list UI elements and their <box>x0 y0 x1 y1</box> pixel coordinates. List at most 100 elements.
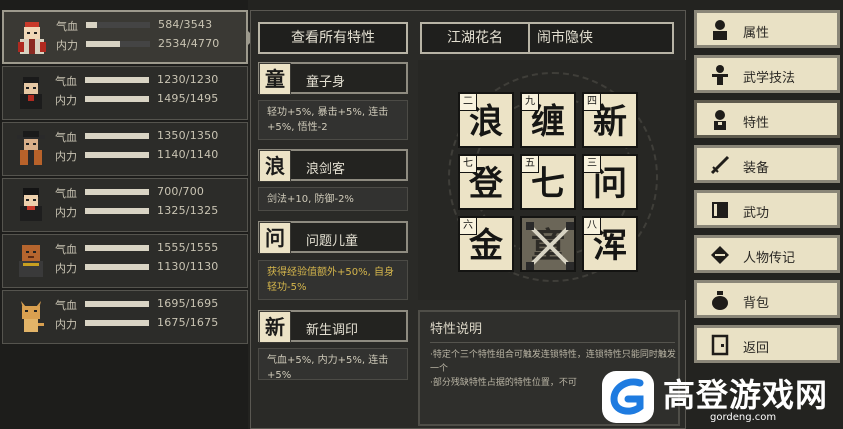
hp-bar-fill <box>85 77 149 83</box>
site-logo-icon <box>602 371 654 423</box>
hp-row: 气血 1230/1230 <box>55 73 245 88</box>
return-icon <box>711 334 729 356</box>
grid-slot-6[interactable]: 三问 <box>582 154 638 210</box>
hp-value: 1695/1695 <box>157 297 219 310</box>
crossed-swords-icon <box>526 222 574 270</box>
menu-equipment[interactable]: 装备 <box>694 145 840 183</box>
menu-label: 属性 <box>743 26 770 41</box>
mp-bar <box>85 264 149 270</box>
bag-icon <box>712 291 728 310</box>
slot-number: 二 <box>460 94 477 111</box>
trait-icon: 浪 <box>259 150 291 182</box>
menu-label: 武功 <box>743 206 770 221</box>
grid-slot-8[interactable]: 童 <box>520 216 576 272</box>
trait-icon: 童 <box>259 63 291 95</box>
party-list: 气血 584/3543 内力 2534/4770 气血 1230/1230 内力… <box>0 0 255 429</box>
trait-description: 获得经验值额外+50%, 自身轻功-5% <box>258 260 408 300</box>
character-avatar <box>18 22 46 54</box>
mp-bar-fill <box>85 264 149 270</box>
party-member-6[interactable]: 气血 1695/1695 内力 1675/1675 <box>2 290 248 344</box>
nickname-box: 江湖花名 闹市隐侠 <box>420 22 674 54</box>
hp-bar <box>85 301 149 307</box>
menu-label: 人物传记 <box>743 251 796 266</box>
grid-slot-1[interactable]: 二浪 <box>458 92 514 148</box>
hp-bar <box>86 22 150 28</box>
mp-row: 内力 1130/1130 <box>55 260 245 275</box>
mp-row: 内力 1325/1325 <box>55 204 245 219</box>
slot-number: 六 <box>460 218 477 235</box>
trait-icon: 问 <box>259 222 291 254</box>
trait-item-1[interactable]: 童 童子身 <box>258 62 408 95</box>
mp-bar <box>85 208 149 214</box>
party-member-5[interactable]: 气血 1555/1555 内力 1130/1130 <box>2 234 248 288</box>
mp-label: 内力 <box>55 262 77 275</box>
mp-value: 1495/1495 <box>157 92 219 105</box>
hp-bar-fill <box>86 22 97 28</box>
slot-number: 七 <box>460 156 477 173</box>
menu-label: 特性 <box>743 116 770 131</box>
menu-attributes[interactable]: 属性 <box>694 10 840 48</box>
mp-label: 内力 <box>55 150 77 163</box>
slot-number: 三 <box>584 156 601 173</box>
mp-label: 内力 <box>55 318 77 331</box>
view-all-traits-button[interactable]: 查看所有特性 <box>258 22 408 54</box>
menu-traits[interactable]: 特性 <box>694 100 840 138</box>
mp-bar-fill <box>85 96 149 102</box>
hp-value: 1230/1230 <box>157 73 219 86</box>
party-member-2[interactable]: 气血 1230/1230 内力 1495/1495 <box>2 66 248 120</box>
grid-slot-3[interactable]: 四新 <box>582 92 638 148</box>
menu-kungfu[interactable]: 武功 <box>694 190 840 228</box>
mp-bar <box>86 41 150 47</box>
trait-item-2[interactable]: 浪 浪剑客 <box>258 149 408 182</box>
character-avatar <box>21 301 44 332</box>
hp-label: 气血 <box>55 187 77 200</box>
trait-description: 气血+5%, 内力+5%, 连击+5% <box>258 348 408 381</box>
sword-icon <box>710 155 730 175</box>
hp-label: 气血 <box>55 299 77 312</box>
hp-row: 气血 1695/1695 <box>55 297 245 312</box>
party-member-3[interactable]: 气血 1350/1350 内力 1140/1140 <box>2 122 248 176</box>
grid-slot-5[interactable]: 五七 <box>520 154 576 210</box>
biography-icon <box>711 246 729 264</box>
menu-label: 武学技法 <box>743 71 796 86</box>
mp-bar <box>85 320 149 326</box>
party-member-4[interactable]: 气血 700/700 内力 1325/1325 <box>2 178 248 232</box>
menu-biography[interactable]: 人物传记 <box>694 235 840 273</box>
menu-label: 背包 <box>743 296 770 311</box>
hp-row: 气血 1350/1350 <box>55 129 245 144</box>
character-avatar <box>17 131 45 165</box>
mp-row: 内力 1495/1495 <box>55 92 245 107</box>
menu-return[interactable]: 返回 <box>694 325 840 363</box>
trait-name: 问题儿童 <box>306 234 359 249</box>
grid-slot-9[interactable]: 八浑 <box>582 216 638 272</box>
hp-value: 584/3543 <box>158 18 213 31</box>
party-member-1[interactable]: 气血 584/3543 内力 2534/4770 <box>2 10 255 64</box>
grid-slot-4[interactable]: 七登 <box>458 154 514 210</box>
hp-bar-fill <box>85 245 149 251</box>
divider <box>430 342 675 343</box>
mp-value: 1675/1675 <box>157 316 219 329</box>
hp-bar-fill <box>85 301 149 307</box>
trait-item-4[interactable]: 新 新生调印 <box>258 310 408 343</box>
hp-label: 气血 <box>55 131 77 144</box>
grid-slot-7[interactable]: 六金 <box>458 216 514 272</box>
menu-label: 装备 <box>743 161 770 176</box>
mp-bar-fill <box>86 41 120 47</box>
trait-name: 新生调印 <box>306 323 359 338</box>
grid-slot-2[interactable]: 九缠 <box>520 92 576 148</box>
menu-bag[interactable]: 背包 <box>694 280 840 318</box>
hp-bar-fill <box>85 133 149 139</box>
slot-number: 五 <box>522 156 539 173</box>
trait-item-3[interactable]: 问 问题儿童 <box>258 221 408 254</box>
slot-number: 四 <box>584 94 601 111</box>
hp-label: 气血 <box>55 243 77 256</box>
menu-martial-skills[interactable]: 武学技法 <box>694 55 840 93</box>
slot-number: 八 <box>584 218 601 235</box>
hp-bar-fill <box>85 189 149 195</box>
mp-bar <box>85 96 149 102</box>
martial-icon <box>712 65 728 85</box>
mp-value: 1325/1325 <box>157 204 219 217</box>
book-icon <box>712 202 728 218</box>
hp-row: 气血 1555/1555 <box>55 241 245 256</box>
hp-label: 气血 <box>55 75 77 88</box>
